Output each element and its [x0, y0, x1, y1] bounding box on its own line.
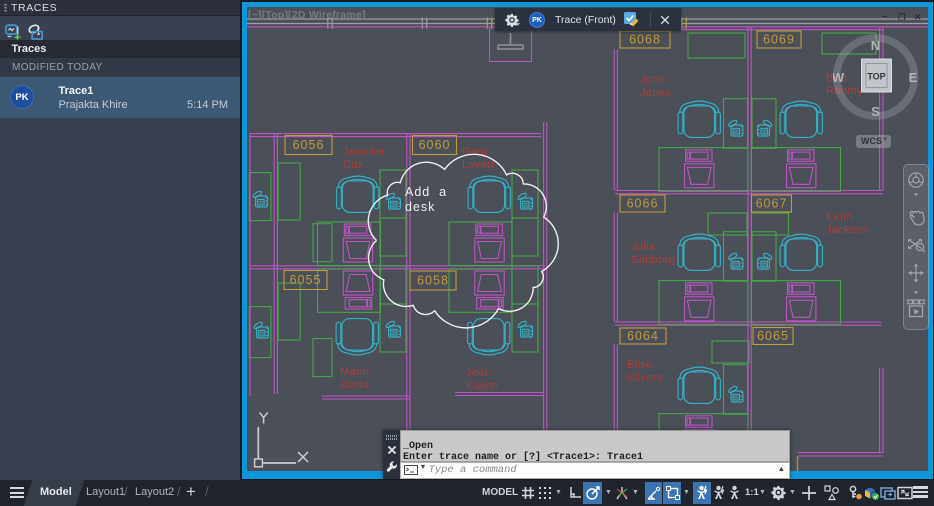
svg-text:Elise: Elise [627, 359, 653, 371]
svg-text:6066: 6066 [627, 197, 659, 211]
svg-text:6055: 6055 [290, 273, 322, 287]
svg-text:W: W [833, 70, 845, 85]
svg-text:John: John [640, 74, 665, 86]
svg-text:Add a: Add a [405, 185, 447, 199]
svg-text:Cox: Cox [343, 159, 364, 171]
svg-text:E: E [909, 70, 918, 85]
svg-text:Sanborg: Sanborg [631, 254, 675, 266]
svg-text:Mauri: Mauri [340, 366, 370, 378]
svg-text:Julie: Julie [631, 241, 656, 253]
svg-text:S: S [871, 104, 880, 119]
svg-text:6067: 6067 [756, 197, 788, 211]
svg-text:6068: 6068 [629, 33, 661, 47]
svg-text:Silvers: Silvers [627, 372, 663, 384]
svg-text:6058: 6058 [417, 274, 449, 288]
svg-text:6065: 6065 [757, 329, 789, 343]
svg-text:TOP: TOP [867, 72, 885, 82]
svg-text:Jones: Jones [640, 87, 671, 99]
svg-text:6064: 6064 [627, 329, 659, 343]
svg-text:6069: 6069 [763, 33, 795, 47]
svg-text:6060: 6060 [419, 138, 451, 152]
svg-text:Lovett: Lovett [462, 159, 494, 171]
svg-text:Joel: Joel [466, 367, 488, 379]
svg-text:6056: 6056 [293, 138, 325, 152]
svg-text:N: N [871, 38, 880, 53]
svg-text:Keith: Keith [826, 211, 853, 223]
svg-text:Jackson: Jackson [826, 224, 869, 236]
svg-text:Ziada: Ziada [340, 379, 370, 391]
svg-text:desk: desk [405, 200, 435, 214]
svg-text:Jennifer: Jennifer [343, 146, 385, 158]
svg-text:Kleinn: Kleinn [466, 380, 499, 392]
